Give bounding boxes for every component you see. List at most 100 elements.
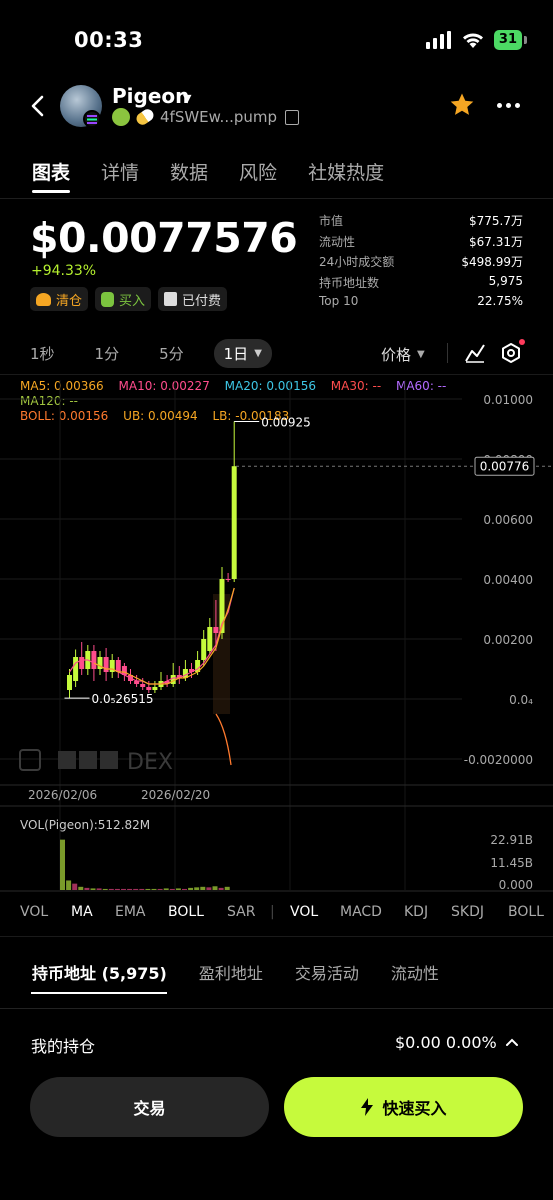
favorite-star-icon[interactable] <box>449 92 475 118</box>
okx-logo-block <box>58 751 76 769</box>
token-tags: 4fSWEw...pump <box>112 106 300 128</box>
expand-icon[interactable] <box>19 749 41 771</box>
boll-lower-line <box>215 713 232 766</box>
candle-body <box>91 651 97 669</box>
lightning-icon <box>361 1098 374 1116</box>
y-tick-label: 0.01000 <box>483 393 533 407</box>
ind-tab-vol[interactable]: VOL <box>20 904 71 920</box>
divider <box>0 1008 553 1009</box>
my-holding-label: 我的持仓 <box>31 1037 96 1056</box>
candle-body <box>73 657 79 681</box>
token-dropdown-icon[interactable]: ▼ <box>183 92 191 105</box>
settings-icon[interactable] <box>500 342 522 364</box>
divider <box>0 374 553 375</box>
thumb-badge-icon <box>112 108 130 126</box>
volume-bar <box>151 888 157 890</box>
ind-tab-ema[interactable]: EMA <box>115 904 168 920</box>
volume-bar <box>224 886 230 890</box>
volume-label: VOL(Pigeon):512.82M <box>20 818 150 832</box>
volume-tick-label: 0.000 <box>499 878 533 892</box>
price-chart[interactable]: 0.010000.008000.006000.004000.002000.0₄-… <box>0 380 553 900</box>
status-icons: 31 <box>425 30 527 50</box>
volume-bar <box>188 887 194 890</box>
volume-bar <box>145 888 151 890</box>
volume-bar <box>127 888 133 890</box>
status-time: 00:33 <box>74 28 144 52</box>
tab-holders[interactable]: 持币地址 (5,975) <box>32 960 167 984</box>
current-price: $0.0077576 <box>30 214 298 262</box>
wifi-icon <box>462 33 483 48</box>
ind-tab-kdj[interactable]: KDJ <box>404 904 451 920</box>
quick-buy-button[interactable]: 快速买入 <box>284 1077 523 1137</box>
copy-icon[interactable] <box>285 109 300 125</box>
price-type-select[interactable]: 价格 ▼ <box>381 344 425 365</box>
tf-1s[interactable]: 1秒 <box>30 343 55 364</box>
volume-bar <box>114 888 120 890</box>
indicator-tabs: VOL MA EMA BOLL SAR | VOL MACD KDJ SKDJ … <box>20 904 550 920</box>
tab-data[interactable]: 数据 <box>170 158 208 185</box>
candle-body <box>201 639 207 660</box>
ind-tab-boll[interactable]: BOLL <box>168 904 227 920</box>
y-tick-label: 0.00400 <box>483 573 533 587</box>
tab-risk[interactable]: 风险 <box>239 158 277 185</box>
volume-bar <box>175 888 181 890</box>
chevron-up-icon[interactable] <box>505 1036 519 1048</box>
back-icon[interactable] <box>26 92 50 120</box>
tf-1d[interactable]: 1日 ▼ <box>213 339 272 368</box>
tab-social[interactable]: 社媒热度 <box>308 158 384 185</box>
candle-body <box>207 627 213 651</box>
volume-bar <box>66 880 72 890</box>
chip-clear-position[interactable]: 清仓 <box>30 287 89 311</box>
tf-1m[interactable]: 1分 <box>95 343 120 364</box>
tab-details[interactable]: 详情 <box>101 158 139 185</box>
y-tick-label: 0.0₄ <box>509 693 533 707</box>
money-bag-icon <box>101 291 115 307</box>
candle-body <box>140 684 146 687</box>
ind-tab-ma[interactable]: MA <box>71 904 115 920</box>
volume-bar <box>133 888 139 890</box>
tab-underline <box>32 190 70 193</box>
chip-row: 清仓 买入 已付费 <box>30 287 228 311</box>
caret-down-icon: ▼ <box>417 349 425 360</box>
volume-bar <box>121 888 126 890</box>
volume-bar <box>96 888 102 890</box>
ind-tab-skdj[interactable]: SKDJ <box>451 904 508 920</box>
stat-holders: 持币地址数 5,975 <box>319 273 523 290</box>
stat-market-cap: 市值 $775.7万 <box>319 214 523 228</box>
ind-tab-macd[interactable]: MACD <box>340 904 404 920</box>
token-name[interactable]: Pigeon <box>112 84 189 108</box>
volume-bar <box>163 888 169 890</box>
watermark-text: DEX <box>127 750 173 775</box>
volume-bar <box>169 888 175 890</box>
signal-icon <box>425 31 451 49</box>
candle-body <box>79 657 85 669</box>
tab-chart[interactable]: 图表 <box>32 158 70 185</box>
ind-tab-vol-sub[interactable]: VOL <box>290 904 340 920</box>
trade-button[interactable]: 交易 <box>30 1077 269 1137</box>
volume-bar <box>90 888 96 890</box>
ind-tab-boll-sub[interactable]: BOLL <box>508 904 544 920</box>
volume-bar <box>72 883 78 890</box>
ind-tab-separator: | <box>270 904 275 920</box>
more-icon[interactable] <box>497 103 520 108</box>
drawing-tool-icon[interactable] <box>464 342 486 364</box>
x-tick-label: 2026/02/20 <box>141 788 210 802</box>
hat-icon <box>36 292 51 306</box>
candle-body <box>225 579 231 580</box>
main-tabs: 图表 详情 数据 风险 社媒热度 <box>32 158 415 185</box>
chip-buy[interactable]: 买入 <box>95 287 152 311</box>
tab-activity[interactable]: 交易活动 <box>295 960 359 984</box>
chip-paid[interactable]: 已付费 <box>158 287 228 311</box>
token-stats: 市值 $775.7万 流动性 $67.31万 24小时成交额 $498.99万 持币地… <box>319 212 523 315</box>
okx-logo-block <box>79 751 97 769</box>
volume-bar <box>157 888 163 890</box>
high-price-label: 0.00925 <box>261 416 311 430</box>
candle-body <box>103 657 109 672</box>
tab-profitable[interactable]: 盈利地址 <box>199 960 263 984</box>
tab-liquidity[interactable]: 流动性 <box>391 960 439 984</box>
ind-tab-sar[interactable]: SAR <box>227 904 270 920</box>
price-change: +94.33% <box>31 263 97 279</box>
candle-body <box>146 687 152 690</box>
contract-address[interactable]: 4fSWEw...pump <box>160 108 277 126</box>
tf-5m[interactable]: 5分 <box>159 343 184 364</box>
